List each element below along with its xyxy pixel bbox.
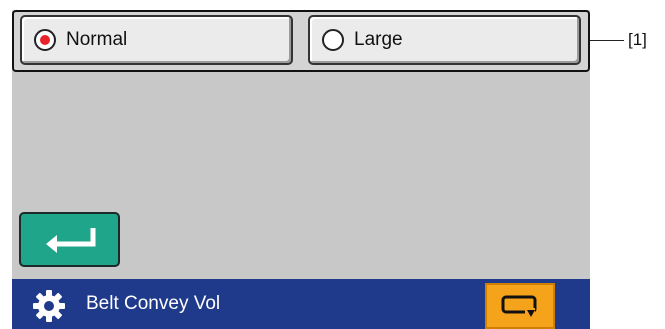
loop-arrow-icon [501,295,537,317]
screen-title: Belt Convey Vol [86,293,221,314]
normal-option-button[interactable]: Normal [20,15,293,65]
enter-arrow-icon [46,228,96,253]
loop-button[interactable] [485,283,555,329]
status-bar: Belt Convey Vol [12,279,590,329]
radio-unselected-icon [322,29,344,51]
size-option-group: Normal Large [12,10,590,72]
large-option-button[interactable]: Large [308,15,581,65]
large-option-label: Large [354,29,403,50]
enter-button[interactable] [19,212,120,267]
callout-line [590,40,624,41]
normal-option-label: Normal [66,29,128,50]
radio-selected-icon [34,29,56,51]
callout-label: [1] [628,30,647,49]
gear-icon[interactable] [32,289,66,323]
